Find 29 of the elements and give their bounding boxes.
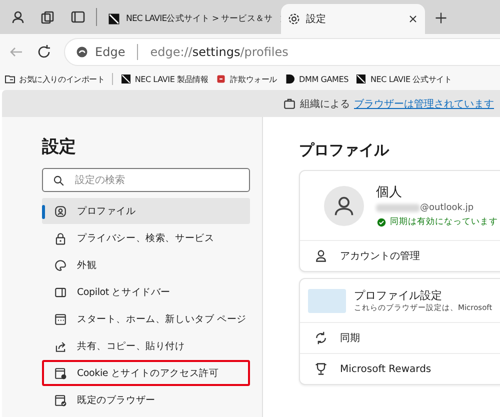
search-field[interactable]: 設定の検索 <box>42 168 250 192</box>
address-bar[interactable]: Edge edge://settings/profiles <box>64 38 500 66</box>
managed-link[interactable]: ブラウザーは管理されています <box>354 96 494 110</box>
settings-row[interactable]: 同期 <box>300 322 500 353</box>
favorite-link[interactable]: 詐欺ウォール <box>215 73 278 85</box>
sidebar-item[interactable]: 共有、コピー、貼り付け <box>42 333 250 359</box>
favorite-link[interactable]: NEC LAVIE 公式サイト <box>355 73 452 85</box>
sidebar-item[interactable]: プライバシー、検索、サービス <box>42 225 250 251</box>
page-title: プロファイル <box>299 141 390 160</box>
sidebar-item[interactable]: 外観 <box>42 252 250 278</box>
favorite-link[interactable]: お気に入りのインポート <box>4 73 105 85</box>
sync-status: 同期は有効になっています <box>390 216 498 228</box>
sidebar-item[interactable]: Cookie とサイトのアクセス許可 <box>42 360 250 386</box>
settings-title: 設定 <box>42 136 77 158</box>
sidebar-item[interactable]: スタート、ホーム、新しいタブ ページ <box>42 306 250 332</box>
favorite-link[interactable]: NEC LAVIE 製品情報 <box>120 73 208 85</box>
sidebar-item[interactable]: プロファイル <box>42 198 250 224</box>
sidebar-item[interactable]: Copilot とサイドバー <box>42 279 250 305</box>
site-label: Edge <box>95 45 126 59</box>
browser-tab[interactable]: 設定 <box>281 4 425 34</box>
account-row[interactable]: アカウントの管理 <box>300 240 500 271</box>
favorite-link[interactable]: DMM GAMES <box>284 73 348 85</box>
profile-settings-title: プロファイル設定 <box>354 288 443 303</box>
managed-notice: 組織による <box>300 98 350 110</box>
profile-email: @outlook.jp <box>420 203 474 213</box>
sidebar-item[interactable]: 既定のブラウザー <box>42 387 250 413</box>
profile-name: 個人 <box>376 184 403 201</box>
url-text: edge://settings/profiles <box>150 45 288 59</box>
settings-row[interactable]: Microsoft Rewards <box>300 353 500 384</box>
